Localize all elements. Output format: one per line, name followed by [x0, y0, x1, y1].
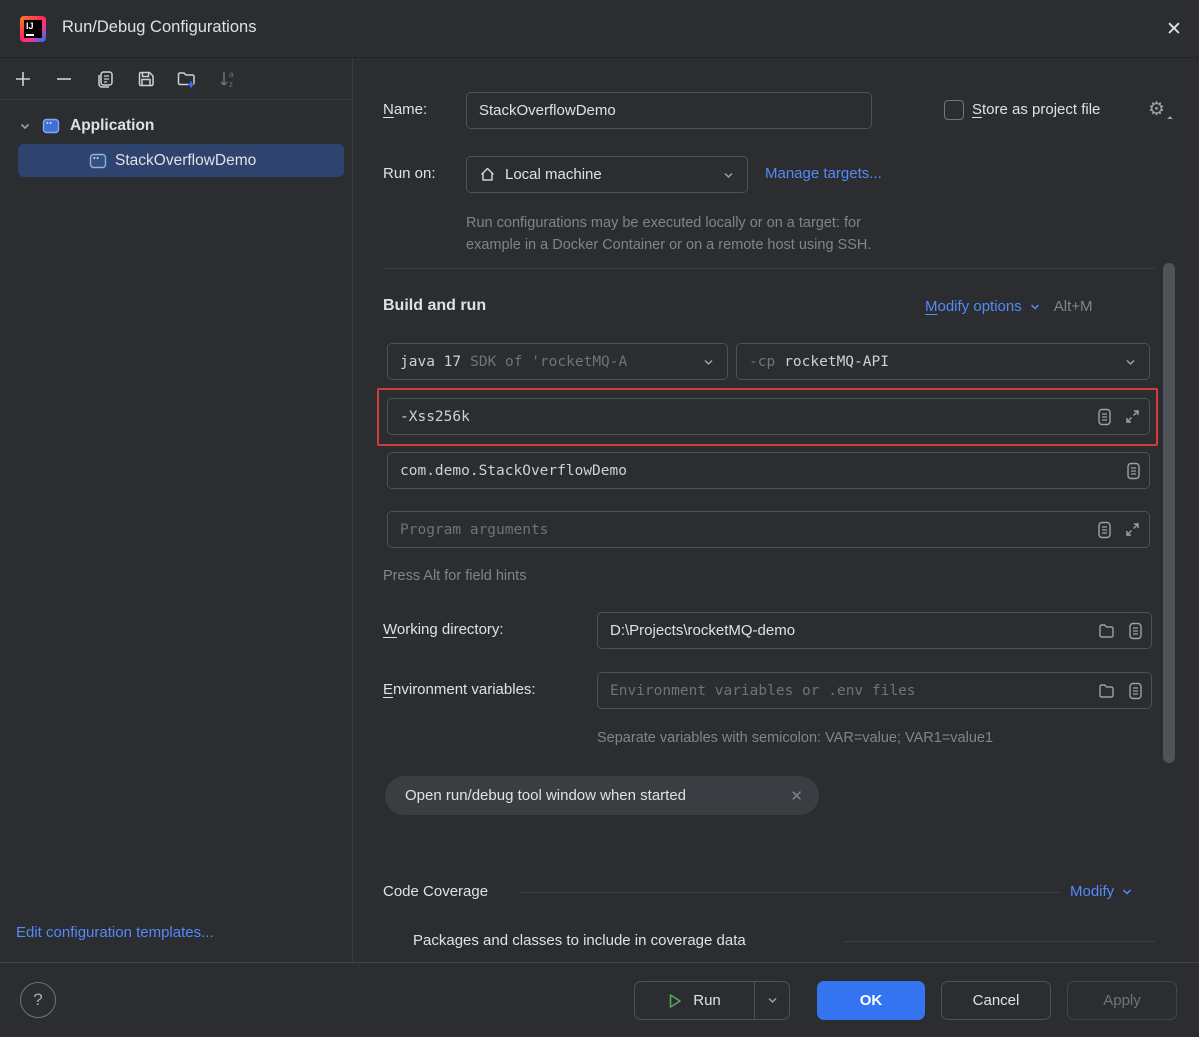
home-icon	[479, 166, 496, 183]
expand-list-icon[interactable]	[1097, 521, 1112, 539]
svg-text:z: z	[229, 80, 233, 89]
expand-list-icon[interactable]	[1097, 408, 1112, 426]
chevron-down-icon	[18, 119, 32, 133]
tree-group-label: Application	[70, 117, 154, 135]
code-coverage-title: Code Coverage	[383, 883, 488, 900]
store-as-project-file-label: Store as project file	[972, 101, 1100, 118]
chip-label: Open run/debug tool window when started	[405, 787, 686, 804]
classpath-dropdown[interactable]: -cp rocketMQ-API	[736, 343, 1150, 380]
jdk-detail: SDK of 'rocketMQ-A	[470, 354, 627, 370]
add-configuration-icon[interactable]	[10, 66, 36, 92]
section-divider	[383, 268, 1155, 269]
ok-button[interactable]: OK	[817, 981, 925, 1020]
new-folder-icon[interactable]	[174, 66, 200, 92]
chevron-down-icon	[1029, 301, 1041, 313]
jdk-dropdown[interactable]: java 17 SDK of 'rocketMQ-A	[387, 343, 728, 380]
program-arguments-placeholder: Program arguments	[400, 522, 548, 538]
name-label: Name:	[383, 101, 427, 118]
vm-options-field[interactable]: -Xss256k	[387, 398, 1150, 435]
remove-configuration-icon[interactable]	[51, 66, 77, 92]
tree-item-stackoverflowdemo[interactable]: StackOverflowDemo	[18, 144, 344, 177]
chevron-down-icon	[766, 994, 779, 1007]
help-button[interactable]: ?	[20, 982, 56, 1018]
tree-group-application[interactable]: Application	[18, 110, 154, 141]
run-button-label: Run	[693, 992, 721, 1009]
expand-list-icon[interactable]	[1126, 462, 1141, 480]
run-play-icon	[668, 993, 682, 1009]
modify-options-row: Modify options Alt+M	[925, 298, 1093, 315]
sidebar-divider	[352, 58, 353, 962]
modify-options-shortcut: Alt+M	[1054, 298, 1093, 315]
classpath-prefix: -cp	[749, 354, 775, 370]
coverage-packages-divider	[843, 941, 1155, 942]
working-directory-label: Working directory:	[383, 621, 504, 638]
browse-folder-icon[interactable]	[1098, 683, 1116, 699]
working-directory-value: D:\Projects\rocketMQ-demo	[610, 622, 795, 639]
field-hints-text: Press Alt for field hints	[383, 568, 526, 584]
cancel-button[interactable]: Cancel	[941, 981, 1051, 1020]
chevron-down-icon	[702, 356, 715, 369]
gear-icon[interactable]: ⚙	[1148, 98, 1170, 122]
chevron-down-icon	[722, 169, 735, 182]
run-on-dropdown[interactable]: Local machine	[466, 156, 748, 193]
chip-close-icon[interactable]: ✕	[790, 787, 803, 805]
chevron-down-icon	[1121, 886, 1133, 898]
program-arguments-field[interactable]: Program arguments	[387, 511, 1150, 548]
intellij-logo-icon: IJ	[20, 16, 46, 42]
modify-options-link[interactable]: Modify options	[925, 298, 1022, 315]
environment-variables-hint: Separate variables with semicolon: VAR=v…	[597, 730, 993, 746]
run-on-hint-line2: example in a Docker Container or on a re…	[466, 237, 871, 253]
manage-targets-link[interactable]: Manage targets...	[765, 165, 882, 182]
close-icon[interactable]: ✕	[1156, 11, 1192, 47]
environment-variables-label: Environment variables:	[383, 681, 536, 698]
coverage-modify-row: Modify	[1070, 883, 1133, 900]
code-coverage-divider	[520, 892, 1060, 893]
edit-configuration-templates-link[interactable]: Edit configuration templates...	[16, 924, 214, 941]
tree-item-label: StackOverflowDemo	[115, 152, 256, 170]
run-on-hint-line1: Run configurations may be executed local…	[466, 215, 861, 231]
sort-alphabetically-icon[interactable]: a z	[215, 66, 241, 92]
browse-folder-icon[interactable]	[1098, 623, 1116, 639]
configurations-toolbar: a z	[0, 58, 352, 100]
name-field[interactable]	[466, 92, 872, 129]
environment-variables-placeholder: Environment variables or .env files	[610, 683, 916, 699]
open-tool-window-chip[interactable]: Open run/debug tool window when started …	[385, 776, 819, 815]
chevron-down-icon	[1124, 356, 1137, 369]
jdk-value: java 17	[400, 354, 461, 370]
environment-variables-field[interactable]: Environment variables or .env files	[597, 672, 1152, 709]
application-run-config-icon	[88, 151, 108, 171]
coverage-modify-link[interactable]: Modify	[1070, 883, 1114, 900]
save-configuration-icon[interactable]	[133, 66, 159, 92]
application-type-icon	[41, 116, 61, 136]
svg-text:a: a	[229, 70, 234, 79]
title-bar: IJ Run/Debug Configurations ✕	[0, 0, 1199, 58]
window-title: Run/Debug Configurations	[62, 18, 256, 37]
vertical-scrollbar[interactable]	[1163, 263, 1175, 763]
build-and-run-title: Build and run	[383, 297, 486, 315]
expand-editor-icon[interactable]	[1124, 408, 1141, 425]
main-class-value: com.demo.StackOverflowDemo	[400, 463, 627, 479]
copy-configuration-icon[interactable]	[92, 66, 118, 92]
main-class-field[interactable]: com.demo.StackOverflowDemo	[387, 452, 1150, 489]
classpath-value: rocketMQ-API	[784, 354, 889, 370]
name-input[interactable]	[479, 93, 859, 128]
run-debug-configurations-dialog: IJ Run/Debug Configurations ✕	[0, 0, 1199, 1037]
expand-editor-icon[interactable]	[1124, 521, 1141, 538]
expand-list-icon[interactable]	[1128, 682, 1143, 700]
run-options-split-button[interactable]	[754, 982, 789, 1019]
run-on-value: Local machine	[505, 166, 602, 183]
working-directory-field[interactable]: D:\Projects\rocketMQ-demo	[597, 612, 1152, 649]
store-as-project-file-checkbox[interactable]	[944, 100, 964, 120]
vm-options-value: -Xss256k	[400, 409, 470, 425]
run-button[interactable]: Run	[634, 981, 790, 1020]
expand-list-icon[interactable]	[1128, 622, 1143, 640]
coverage-packages-label: Packages and classes to include in cover…	[413, 932, 746, 949]
apply-button[interactable]: Apply	[1067, 981, 1177, 1020]
run-on-label: Run on:	[383, 165, 436, 182]
